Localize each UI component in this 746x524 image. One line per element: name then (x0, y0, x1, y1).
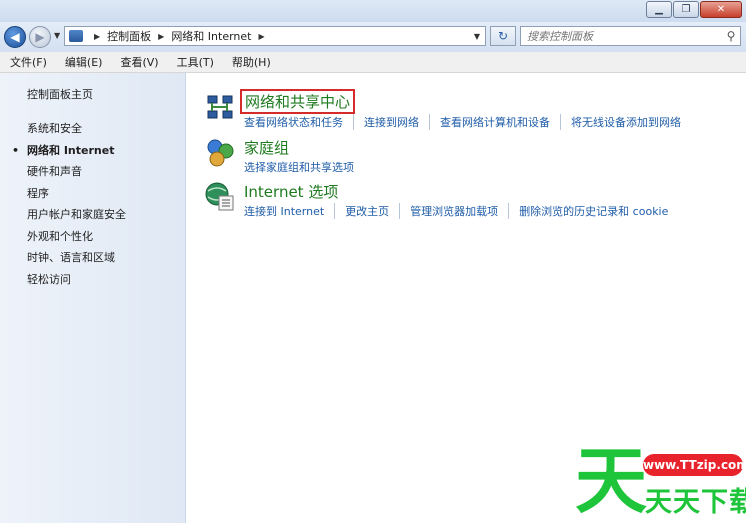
link-homegroup-sharing-options[interactable]: 选择家庭组和共享选项 (244, 159, 354, 175)
sidebar-item-programs[interactable]: 程序 (27, 183, 126, 205)
maximize-button[interactable]: ❐ (673, 1, 699, 18)
category-title-network-sharing[interactable]: 网络和共享中心 (240, 89, 356, 114)
category-links: 选择家庭组和共享选项 (244, 159, 354, 175)
address-dropdown-button[interactable]: ▼ (469, 32, 485, 41)
menu-view[interactable]: 查看(V) (110, 54, 166, 70)
category-title-homegroup[interactable]: 家庭组 (244, 137, 289, 158)
search-icon[interactable]: ⚲ (722, 29, 740, 43)
chevron-down-icon: ▼ (473, 31, 481, 41)
breadcrumb: ▶ 控制面板 ▶ 网络和 Internet ▶ (87, 28, 272, 44)
sidebar-home-link[interactable]: 控制面板主页 (27, 86, 93, 102)
title-bar: ▁ ❐ ✕ (0, 0, 746, 22)
link-add-wireless-device[interactable]: 将无线设备添加到网络 (560, 114, 681, 130)
watermark-site-name: 天天下载 (645, 487, 746, 518)
sidebar-item-ease-of-access[interactable]: 轻松访问 (27, 269, 126, 291)
minimize-button[interactable]: ▁ (646, 1, 672, 18)
category-title-internet-options[interactable]: Internet 选项 (244, 181, 338, 202)
back-button[interactable]: ◀ (4, 26, 26, 48)
minimize-icon: ▁ (655, 4, 663, 15)
chevron-down-icon: ▼ (54, 31, 61, 40)
link-view-network-status[interactable]: 查看网络状态和任务 (244, 114, 343, 130)
link-connect-to-network[interactable]: 连接到网络 (353, 114, 419, 130)
search-input[interactable] (521, 28, 722, 44)
sidebar-category-list: 系统和安全 网络和 Internet 硬件和声音 程序 用户帐户和家庭安全 外观… (12, 118, 126, 291)
link-connect-to-internet[interactable]: 连接到 Internet (244, 203, 324, 219)
forward-arrow-icon: ▶ (35, 30, 45, 44)
link-view-network-computers[interactable]: 查看网络计算机和设备 (429, 114, 550, 130)
watermark: 天 www.TTzip.com 天天下载 (575, 438, 746, 523)
maximize-icon: ❐ (681, 4, 691, 15)
sidebar-item-user-accounts[interactable]: 用户帐户和家庭安全 (27, 204, 126, 226)
forward-button[interactable]: ▶ (29, 26, 51, 48)
sidebar-item-network-internet[interactable]: 网络和 Internet (12, 140, 126, 162)
category-links: 查看网络状态和任务 连接到网络 查看网络计算机和设备 将无线设备添加到网络 (244, 114, 681, 130)
menu-file[interactable]: 文件(F) (0, 54, 55, 70)
link-change-homepage[interactable]: 更改主页 (334, 203, 389, 219)
search-box[interactable]: ⚲ (520, 26, 741, 46)
menu-edit[interactable]: 编辑(E) (55, 54, 111, 70)
address-bar[interactable]: ▶ 控制面板 ▶ 网络和 Internet ▶ ▼ (64, 26, 486, 46)
sidebar-item-system-security[interactable]: 系统和安全 (27, 118, 126, 140)
close-button[interactable]: ✕ (700, 1, 742, 18)
link-manage-addons[interactable]: 管理浏览器加载项 (399, 203, 498, 219)
category-links: 连接到 Internet 更改主页 管理浏览器加载项 删除浏览的历史记录和 co… (244, 203, 668, 219)
menu-tools[interactable]: 工具(T) (167, 54, 222, 70)
network-sharing-center-icon[interactable] (204, 92, 236, 124)
refresh-icon: ↻ (497, 29, 509, 43)
refresh-button[interactable]: ↻ (490, 26, 516, 46)
window-controls: ▁ ❐ ✕ (646, 1, 742, 18)
watermark-url: www.TTzip.com (643, 454, 746, 476)
breadcrumb-control-panel[interactable]: 控制面板 (107, 28, 151, 44)
sidebar: 控制面板主页 系统和安全 网络和 Internet 硬件和声音 程序 用户帐户和… (0, 73, 186, 523)
breadcrumb-arrow-icon[interactable]: ▶ (94, 32, 100, 41)
internet-options-icon[interactable] (204, 181, 236, 213)
recent-pages-button[interactable]: ▼ (54, 31, 60, 40)
breadcrumb-arrow-icon[interactable]: ▶ (158, 32, 164, 41)
sidebar-item-hardware-sound[interactable]: 硬件和声音 (27, 161, 126, 183)
homegroup-icon[interactable] (204, 137, 236, 169)
sidebar-item-clock-language[interactable]: 时钟、语言和区域 (27, 247, 126, 269)
navigation-bar: ◀ ▶ ▼ ▶ 控制面板 ▶ 网络和 Internet ▶ ▼ ↻ ⚲ (0, 22, 746, 52)
breadcrumb-arrow-icon[interactable]: ▶ (259, 32, 265, 41)
sidebar-item-appearance[interactable]: 外观和个性化 (27, 226, 126, 248)
watermark-logo-char: 天 (575, 438, 648, 523)
control-panel-icon (69, 30, 83, 42)
link-delete-history-cookies[interactable]: 删除浏览的历史记录和 cookie (508, 203, 668, 219)
close-icon: ✕ (716, 4, 726, 15)
back-arrow-icon: ◀ (10, 30, 20, 44)
menu-help[interactable]: 帮助(H) (222, 54, 279, 70)
menu-bar: 文件(F) 编辑(E) 查看(V) 工具(T) 帮助(H) (0, 52, 746, 73)
breadcrumb-network-internet[interactable]: 网络和 Internet (171, 28, 251, 44)
